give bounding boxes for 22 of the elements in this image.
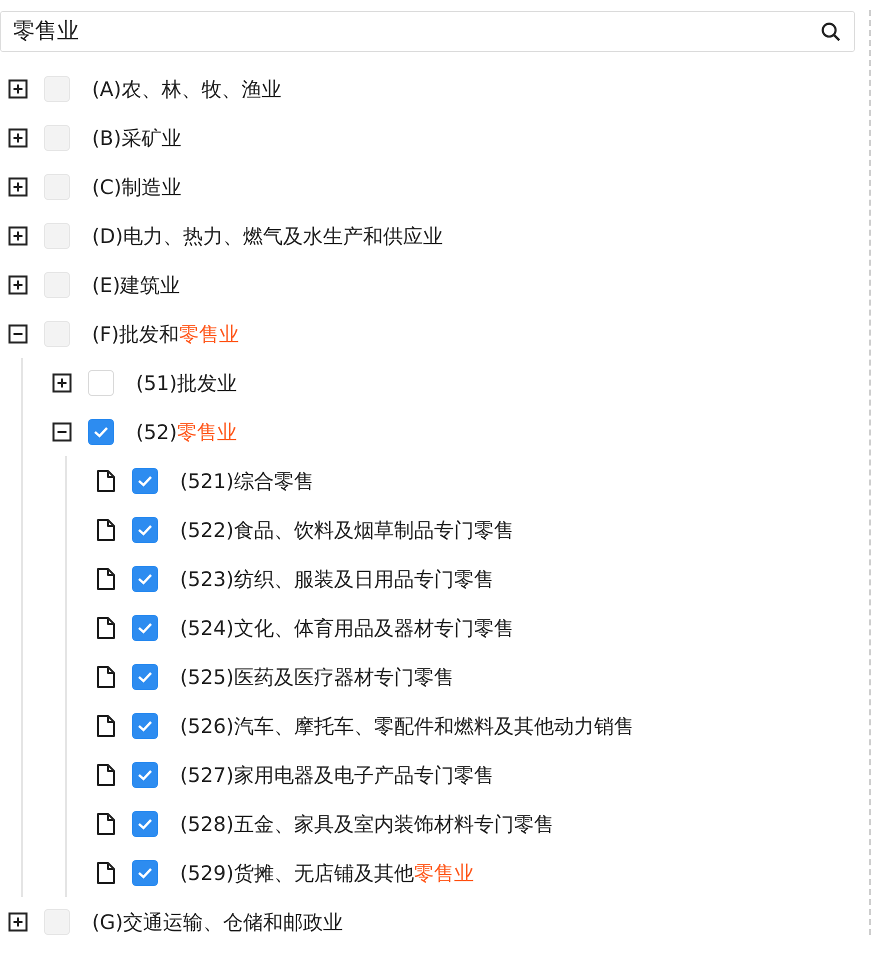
search-icon[interactable] [820,20,842,42]
check-icon [137,670,153,682]
file-icon [96,616,116,640]
file-icon [96,468,116,492]
check-icon [137,818,153,830]
file-icon [96,664,116,688]
check-icon [137,720,153,732]
file-icon [96,762,116,786]
check-icon [137,524,153,536]
check-icon [137,768,153,780]
search-value: 零售业 [13,18,80,46]
file-icon [96,566,116,590]
check-icon [93,426,109,438]
file-icon [96,518,116,542]
check-icon [137,622,153,634]
check-icon [137,572,153,584]
check-icon [137,866,153,878]
file-icon [96,812,116,836]
file-icon [96,860,116,884]
search-field[interactable]: 零售业 [0,11,855,52]
check-icon [137,474,153,486]
file-icon [96,714,116,738]
